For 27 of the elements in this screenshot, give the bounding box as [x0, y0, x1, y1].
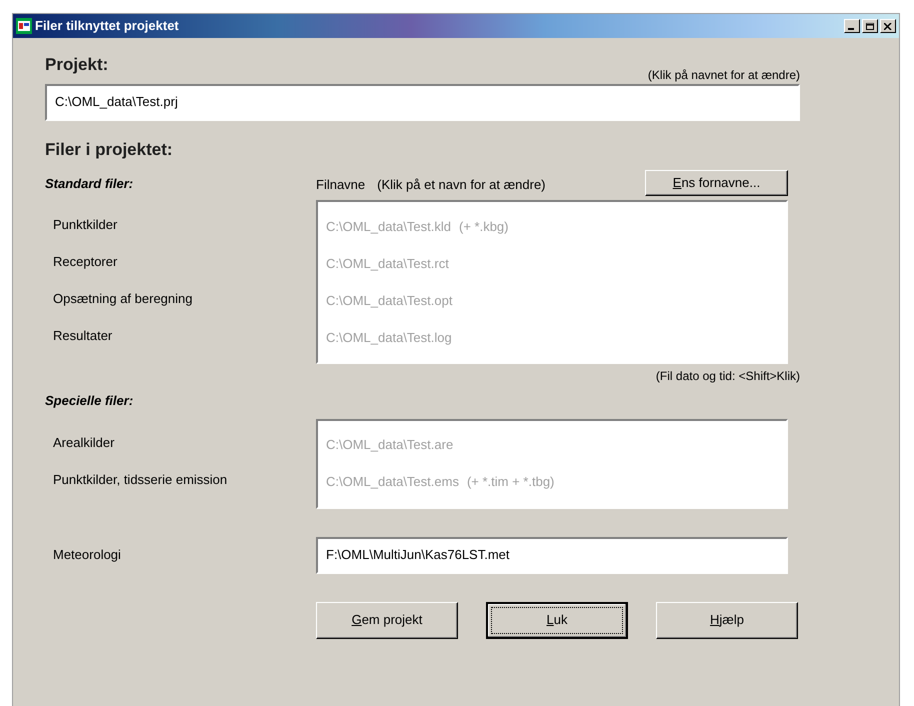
file-type-label: Opsætning af beregning — [52, 290, 194, 308]
dialog-button[interactable]: Hjælp — [656, 602, 798, 638]
section-heading: Standard filer: — [45, 176, 134, 191]
meteorology-field[interactable]: F:\OML\MultiJun\Kas76LST.met — [316, 536, 788, 574]
file-type-label: Arealkilder — [52, 434, 116, 452]
column-hint: (Klik på et navn for at ændre) — [377, 176, 546, 194]
project-hint: (Klik på navnet for at ændre) — [648, 66, 800, 84]
close-button[interactable] — [880, 19, 896, 33]
section-heading: Specielle filer: — [45, 392, 134, 410]
window-title: Filer tilknyttet projektet — [35, 17, 179, 36]
files-heading: Filer i projektet: — [45, 138, 174, 160]
file-type-label: Punktkilder, tidsserie emission — [52, 471, 228, 490]
file-type-label: Receptorer — [52, 252, 118, 271]
project-label: Projekt: — [45, 54, 108, 76]
file-type-label: Punktkilder — [52, 216, 118, 234]
footnote: (Fil dato og tid: <Shift>Klik) — [656, 368, 800, 385]
dialog-button[interactable]: Gem projekt — [316, 602, 458, 638]
meteorology-label: Meteorologi — [52, 546, 122, 564]
project-field[interactable]: C:\OML_data\Test.prj — [45, 84, 800, 120]
column-label: Filnavne — [316, 176, 366, 194]
close-icon — [884, 22, 892, 30]
file-type-label: Resultater — [52, 326, 114, 345]
maximize-icon — [866, 22, 874, 30]
dialog-button[interactable]: Luk — [486, 602, 628, 638]
maximize-button[interactable] — [862, 19, 878, 33]
minimize-button[interactable] — [844, 19, 860, 33]
app-icon — [16, 18, 32, 34]
